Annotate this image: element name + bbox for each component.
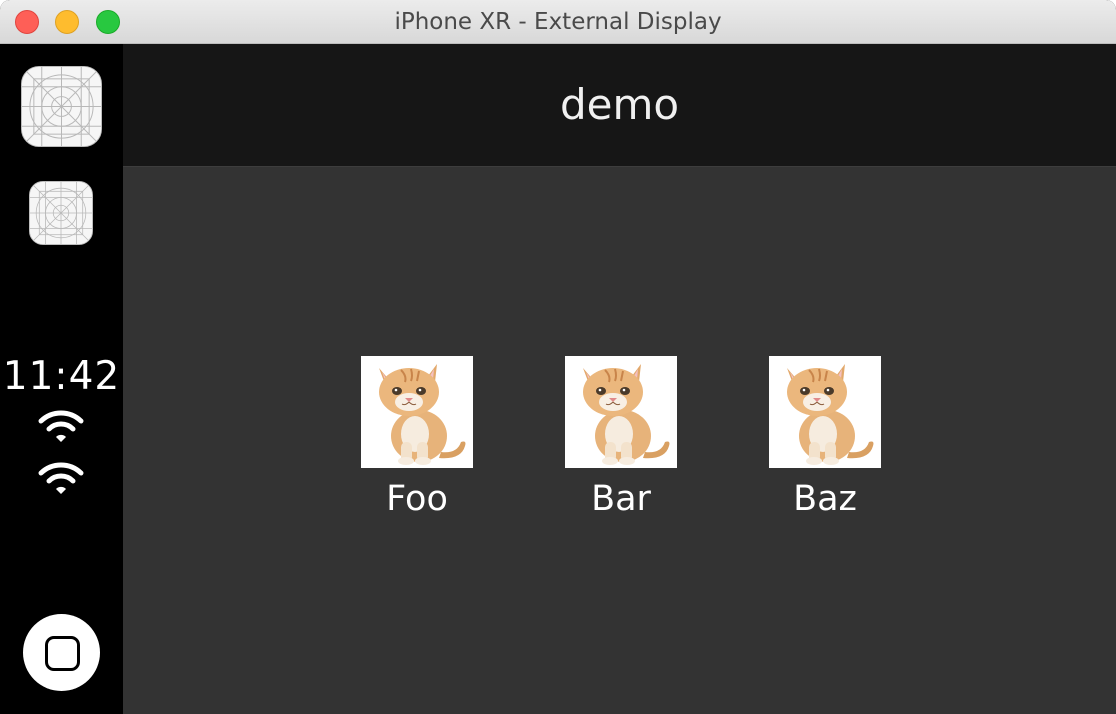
grid-button-foo[interactable]: Foo <box>347 356 487 526</box>
navigation-bar: demo <box>123 44 1116 167</box>
kitten-image <box>565 356 677 468</box>
grid-item-label: Foo <box>386 479 448 519</box>
grid-button-baz[interactable]: Baz <box>755 356 895 526</box>
wifi-icon <box>38 461 84 495</box>
grid-item-label: Bar <box>591 479 651 519</box>
carplay-sidebar: 11:42 <box>0 44 123 714</box>
wifi-icon <box>38 409 84 443</box>
app-placeholder-icon[interactable] <box>29 181 93 245</box>
grid-button-bar[interactable]: Bar <box>551 356 691 526</box>
grid-item-label: Baz <box>793 479 857 519</box>
title-bar[interactable]: iPhone XR - External Display <box>0 0 1116 44</box>
nav-title: demo <box>559 80 680 129</box>
app-placeholder-icon[interactable] <box>21 66 102 147</box>
window-title: iPhone XR - External Display <box>394 9 722 35</box>
kitten-image <box>361 356 473 468</box>
home-square-icon <box>45 636 80 671</box>
simulator-window: iPhone XR - External Display 11:42 demo … <box>0 0 1116 714</box>
home-button[interactable] <box>23 614 100 691</box>
kitten-image <box>769 356 881 468</box>
carplay-content: demo Foo Bar Baz <box>123 44 1116 714</box>
status-clock: 11:42 <box>2 354 121 399</box>
